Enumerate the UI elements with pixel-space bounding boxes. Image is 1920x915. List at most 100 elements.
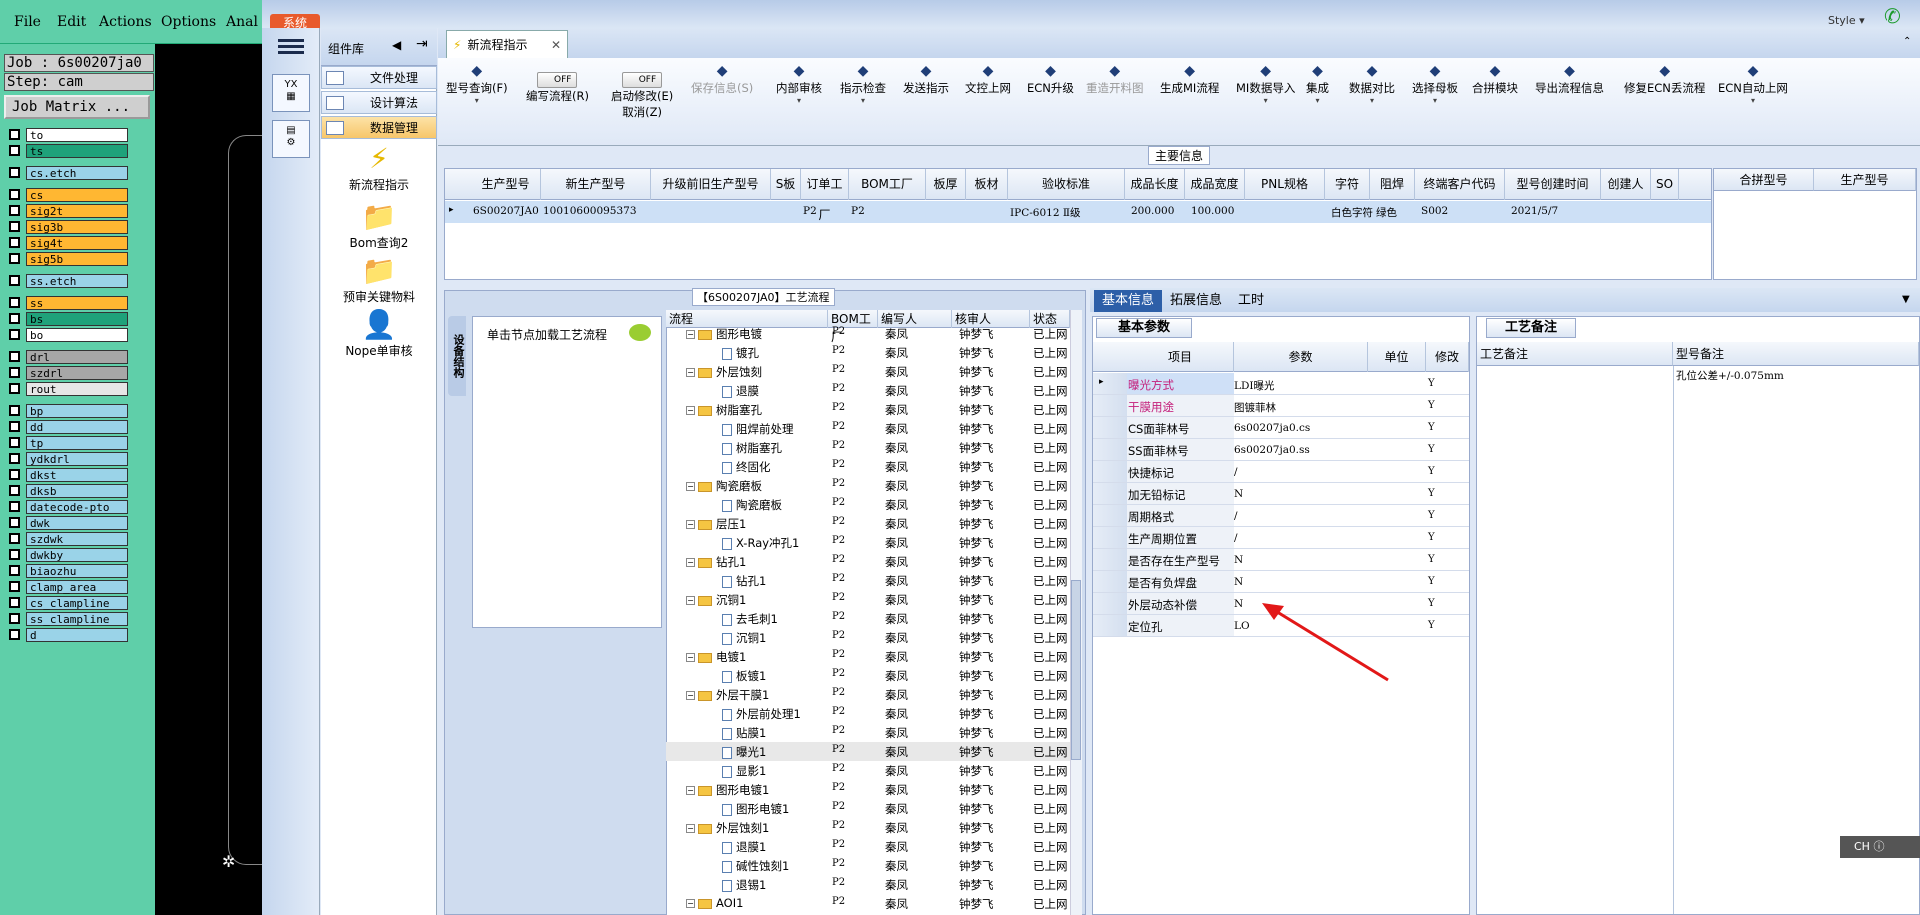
tool-bom-query[interactable]: 📁 Bom查询2 bbox=[321, 200, 437, 251]
tree-node[interactable]: 钻孔1 bbox=[722, 573, 766, 589]
row-selector[interactable] bbox=[1093, 483, 1127, 504]
param-value[interactable]: 图镀菲林 bbox=[1234, 400, 1276, 415]
layer-row[interactable]: rout bbox=[4, 381, 128, 396]
tree-row[interactable]: 钻孔1 P2 秦凤 钟梦飞 已上网 bbox=[666, 571, 1070, 590]
tree-row[interactable]: 外层前处理1 P2 秦凤 钟梦飞 已上网 bbox=[666, 704, 1070, 723]
tree-node[interactable]: 显影1 bbox=[722, 763, 766, 779]
layer-checkbox[interactable] bbox=[9, 533, 20, 544]
layer-row[interactable]: clamp_area bbox=[4, 579, 128, 594]
ribbon-item-8[interactable]: ◆ ECN升级 bbox=[1027, 62, 1074, 96]
col-header[interactable]: 生产型号 bbox=[471, 169, 541, 200]
col-header[interactable]: 板材 bbox=[966, 169, 1008, 200]
ribbon-sublabel[interactable]: 取消(Z) bbox=[611, 104, 673, 120]
collapse-icon[interactable]: − bbox=[686, 520, 695, 529]
layer-checkbox[interactable] bbox=[9, 383, 20, 394]
collapse-icon[interactable]: − bbox=[686, 899, 695, 908]
dropdown-icon[interactable]: ▼ bbox=[1902, 294, 1910, 305]
tree-row[interactable]: 陶瓷磨板 P2 秦凤 钟梦飞 已上网 bbox=[666, 495, 1070, 514]
tree-node[interactable]: 树脂塞孔 bbox=[722, 440, 782, 456]
ribbon-item-4[interactable]: ◆ 内部审核 ▾ bbox=[776, 62, 822, 105]
layer-row[interactable]: szdwk bbox=[4, 531, 128, 546]
flow-scroll-thumb[interactable] bbox=[1071, 580, 1081, 760]
tab-extended-info[interactable]: 拓展信息 bbox=[1162, 290, 1230, 312]
layer-checkbox[interactable] bbox=[9, 421, 20, 432]
ribbon-item-13[interactable]: ◆ 数据对比 ▾ bbox=[1349, 62, 1395, 105]
tree-row[interactable]: − AOI1 P2 秦凤 钟梦飞 已上网 bbox=[666, 894, 1070, 913]
tool-nope-review[interactable]: 👤 Nope单审核 bbox=[321, 308, 437, 359]
tree-row[interactable]: 图形电镀1 P2 秦凤 钟梦飞 已上网 bbox=[666, 799, 1070, 818]
param-row[interactable]: 是否存在生产型号 N Y bbox=[1093, 549, 1469, 571]
layer-row[interactable]: d bbox=[4, 627, 128, 642]
ribbon-item-0[interactable]: ◆ 型号查询(F) ▾ bbox=[446, 62, 508, 105]
layer-row[interactable]: sig5b bbox=[4, 251, 128, 266]
tree-node[interactable]: − 层压1 bbox=[686, 516, 746, 532]
tree-row[interactable]: X-Ray冲孔1 P2 秦凤 钟梦飞 已上网 bbox=[666, 533, 1070, 552]
row-selector[interactable] bbox=[1093, 549, 1127, 570]
tree-row[interactable]: 树脂塞孔 P2 秦凤 钟梦飞 已上网 bbox=[666, 438, 1070, 457]
ribbon-item-17[interactable]: ◆ 修复ECN丢流程 bbox=[1624, 62, 1705, 96]
layer-checkbox[interactable] bbox=[9, 145, 20, 156]
param-value[interactable]: / bbox=[1234, 532, 1238, 544]
layer-checkbox[interactable] bbox=[9, 437, 20, 448]
ribbon-item-10[interactable]: ◆ 生成MI流程 bbox=[1160, 62, 1219, 96]
layer-checkbox[interactable] bbox=[9, 517, 20, 528]
tree-row[interactable]: − 沉铜1 P2 秦凤 钟梦飞 已上网 bbox=[666, 590, 1070, 609]
layer-row[interactable]: tp bbox=[4, 435, 128, 450]
tree-node[interactable]: 板镀1 bbox=[722, 668, 766, 684]
tree-row[interactable]: 去毛刺1 P2 秦凤 钟梦飞 已上网 bbox=[666, 609, 1070, 628]
remark-tab[interactable]: 工艺备注 bbox=[1486, 318, 1576, 338]
layer-checkbox[interactable] bbox=[9, 405, 20, 416]
calculator-icon[interactable]: ▤ ⚙ bbox=[272, 120, 310, 158]
tree-node[interactable]: 陶瓷磨板 bbox=[722, 497, 782, 513]
layer-checkbox[interactable] bbox=[9, 613, 20, 624]
tree-node[interactable]: 图形电镀1 bbox=[722, 801, 789, 817]
param-value[interactable]: / bbox=[1234, 510, 1238, 522]
tree-row[interactable]: − 树脂塞孔 P2 秦凤 钟梦飞 已上网 bbox=[666, 400, 1070, 419]
tree-row[interactable]: 终固化 P2 秦凤 钟梦飞 已上网 bbox=[666, 457, 1070, 476]
tree-node[interactable]: 贴膜1 bbox=[722, 725, 766, 741]
tree-node[interactable]: 退锡1 bbox=[722, 877, 766, 893]
layer-row[interactable]: dd bbox=[4, 419, 128, 434]
param-row[interactable]: 加无铅标记 N Y bbox=[1093, 483, 1469, 505]
tree-row[interactable]: 碱性蚀刻1 P2 秦凤 钟梦飞 已上网 bbox=[666, 856, 1070, 875]
tree-row[interactable]: 阻焊前处理 P2 秦凤 钟梦飞 已上网 bbox=[666, 419, 1070, 438]
tree-row[interactable]: 显影1 P2 秦凤 钟梦飞 已上网 bbox=[666, 761, 1070, 780]
layer-checkbox[interactable] bbox=[9, 221, 20, 232]
ribbon-item-12[interactable]: ◆ 集成 ▾ bbox=[1306, 62, 1329, 105]
layer-row[interactable]: dkst bbox=[4, 467, 128, 482]
param-value[interactable]: / bbox=[1234, 466, 1238, 478]
layer-checkbox[interactable] bbox=[9, 329, 20, 340]
param-row[interactable]: 是否有负焊盘 N Y bbox=[1093, 571, 1469, 593]
menu-options[interactable]: Options bbox=[161, 14, 216, 30]
layer-checkbox[interactable] bbox=[9, 629, 20, 640]
col-header[interactable]: 板厚 bbox=[926, 169, 966, 200]
tree-node[interactable]: 镀孔 bbox=[722, 345, 759, 361]
layer-row[interactable]: ydkdrl bbox=[4, 451, 128, 466]
collapse-ribbon-icon[interactable]: ⌃ bbox=[1903, 36, 1911, 47]
job-matrix-button[interactable]: Job Matrix ... bbox=[4, 95, 150, 119]
layer-row[interactable]: sig2t bbox=[4, 203, 128, 218]
tree-row[interactable]: − 图形电镀 P2 秦凤 钟梦飞 已上网 bbox=[666, 324, 1070, 343]
ribbon-item-7[interactable]: ◆ 文控上网 bbox=[965, 62, 1011, 96]
tree-node[interactable]: 阻焊前处理 bbox=[722, 421, 794, 437]
tree-row[interactable]: − 外层蚀刻1 P2 秦凤 钟梦飞 已上网 bbox=[666, 818, 1070, 837]
param-row[interactable]: 干膜用途 图镀菲林 Y bbox=[1093, 395, 1469, 417]
menu-edit[interactable]: Edit bbox=[57, 14, 86, 30]
tree-node[interactable]: − 图形电镀1 bbox=[686, 782, 769, 798]
layer-row[interactable]: bo bbox=[4, 327, 128, 342]
layer-row[interactable]: dwkby bbox=[4, 547, 128, 562]
layer-row[interactable]: drl bbox=[4, 349, 128, 364]
layer-row[interactable]: dwk bbox=[4, 515, 128, 530]
tree-node[interactable]: 去毛刺1 bbox=[722, 611, 778, 627]
hamburger-icon[interactable] bbox=[278, 36, 304, 58]
param-value[interactable]: 6s00207ja0.cs bbox=[1234, 422, 1310, 434]
ribbon-item-15[interactable]: ◆ 合拼模块 bbox=[1472, 62, 1518, 96]
layer-checkbox[interactable] bbox=[9, 469, 20, 480]
layer-row[interactable]: ts bbox=[4, 143, 128, 158]
ribbon-item-16[interactable]: ◆ 导出流程信息 bbox=[1535, 62, 1604, 96]
param-value[interactable]: N bbox=[1234, 488, 1243, 500]
tree-row[interactable]: − 图形电镀1 P2 秦凤 钟梦飞 已上网 bbox=[666, 780, 1070, 799]
ribbon-item-14[interactable]: ◆ 选择母板 ▾ bbox=[1412, 62, 1458, 105]
layer-checkbox[interactable] bbox=[9, 313, 20, 324]
col-header[interactable]: 成品宽度 bbox=[1185, 169, 1245, 200]
